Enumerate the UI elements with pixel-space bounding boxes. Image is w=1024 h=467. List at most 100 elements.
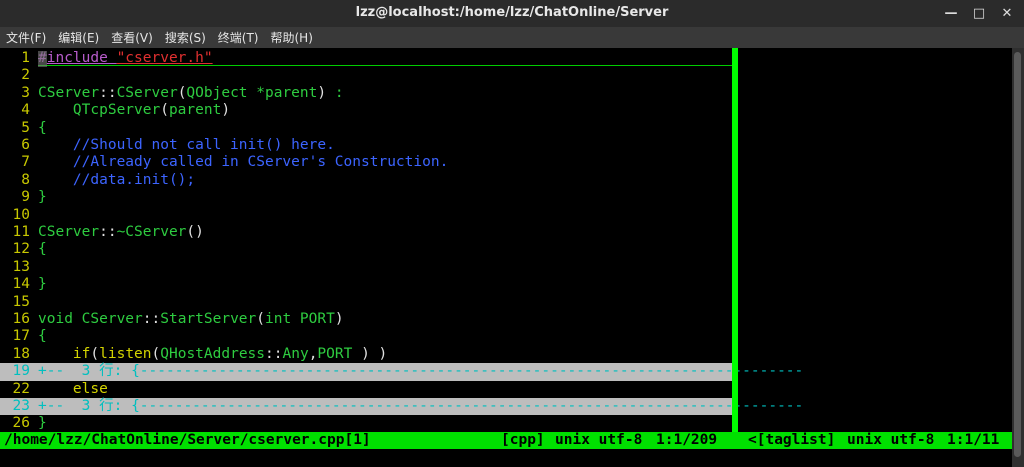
code-line[interactable]: 13 xyxy=(0,259,732,276)
line-text: void CServer::StartServer(int PORT) xyxy=(38,311,344,328)
code-line[interactable]: 8 //data.init(); xyxy=(0,172,732,189)
line-number: 12 xyxy=(12,241,30,258)
line-text: else xyxy=(38,381,108,398)
line-text: { xyxy=(38,241,47,258)
status-taglist: <[taglist] xyxy=(748,432,836,448)
code-line[interactable]: 6 //Should not call init() here. xyxy=(0,137,732,154)
menu-bar: 文件(F) 编辑(E) 查看(V) 搜索(S) 终端(T) 帮助(H) xyxy=(0,27,1024,48)
window-title: lzz@localhost:/home/lzz/ChatOnline/Serve… xyxy=(355,5,669,20)
status-filename: /home/lzz/ChatOnline/Server/cserver.cpp[… xyxy=(4,432,371,448)
code-token: if xyxy=(38,345,91,362)
code-token: { xyxy=(38,241,47,258)
code-token: ( xyxy=(256,311,265,327)
code-token: +-- 3 行: {------------------------------… xyxy=(38,398,804,414)
line-number: 19 xyxy=(12,363,30,380)
code-line[interactable]: 2 xyxy=(0,67,732,84)
code-token: CServer xyxy=(116,84,178,101)
code-line[interactable]: 11 CServer::~CServer() xyxy=(0,224,732,241)
minimize-icon[interactable]: — xyxy=(940,3,962,23)
scrollbar[interactable] xyxy=(1012,48,1024,467)
code-token: CServer xyxy=(81,311,143,327)
code-token: PORT xyxy=(317,345,362,362)
line-text: if(listen(QHostAddress::Any,PORT ) ) xyxy=(38,346,387,363)
code-line[interactable]: 7 //Already called in CServer's Construc… xyxy=(0,154,732,171)
line-text: //data.init(); xyxy=(38,172,195,189)
code-token: //Already called in CServer's Constructi… xyxy=(38,154,449,171)
code-token: } xyxy=(38,415,47,432)
fold-line[interactable]: 23 +-- 3 行: {----------------------------… xyxy=(0,398,803,416)
code-token: ( xyxy=(90,345,100,362)
line-number: 23 xyxy=(12,398,30,414)
line-number: 3 xyxy=(21,84,30,101)
code-token: listen xyxy=(99,345,152,362)
close-icon[interactable]: ✕ xyxy=(996,3,1018,23)
code-token: :: xyxy=(265,345,283,362)
terminal-area[interactable]: 1#include "cserver.h"23CServer::CServer(… xyxy=(0,48,1012,467)
line-text: { xyxy=(38,120,47,137)
code-token: ) xyxy=(317,84,327,101)
line-number: 15 xyxy=(12,293,30,310)
line-number: 22 xyxy=(12,380,30,397)
code-token: +-- 3 行: {------------------------------… xyxy=(38,363,804,380)
line-text: QTcpServer(parent) xyxy=(38,102,230,119)
code-token: QObject *parent xyxy=(186,84,318,101)
code-token: } xyxy=(38,189,47,206)
menu-help[interactable]: 帮助(H) xyxy=(271,29,313,46)
cursorline-underline xyxy=(38,65,732,67)
code-token: Any xyxy=(282,345,309,362)
menu-terminal[interactable]: 终端(T) xyxy=(218,29,259,46)
window-separator xyxy=(732,48,738,432)
code-line[interactable]: 16 void CServer::StartServer(int PORT) xyxy=(0,311,732,328)
code-token: : xyxy=(326,84,344,101)
line-number: 14 xyxy=(12,276,30,293)
fold-line[interactable]: 19 +-- 3 行: {----------------------------… xyxy=(0,363,803,381)
line-number: 18 xyxy=(12,345,30,362)
line-text: } xyxy=(38,189,47,206)
code-token: QTcpServer xyxy=(38,102,161,119)
code-line[interactable]: 26} xyxy=(0,415,732,432)
menu-search[interactable]: 搜索(S) xyxy=(165,29,206,46)
code-token: ( xyxy=(151,345,161,362)
code-line[interactable]: 5{ xyxy=(0,120,732,137)
code-token: ) xyxy=(221,102,231,119)
line-text: } xyxy=(38,276,47,293)
line-number: 17 xyxy=(12,328,30,345)
code-token: "cserver.h" xyxy=(116,50,213,66)
menu-view[interactable]: 查看(V) xyxy=(111,29,153,46)
line-number: 6 xyxy=(21,137,30,153)
line-number: 13 xyxy=(12,258,30,275)
menu-file[interactable]: 文件(F) xyxy=(6,29,46,46)
menu-edit[interactable]: 编辑(E) xyxy=(58,29,99,46)
code-token: ( xyxy=(160,102,169,119)
line-number: 5 xyxy=(21,119,30,136)
code-line[interactable]: 10 xyxy=(0,207,732,224)
status-bar: /home/lzz/ChatOnline/Server/cserver.cpp[… xyxy=(0,432,1012,449)
line-text: +-- 3 行: {------------------------------… xyxy=(38,398,803,415)
line-text: +-- 3 行: {------------------------------… xyxy=(38,363,803,380)
code-line[interactable]: 18 if(listen(QHostAddress::Any,PORT ) ) xyxy=(0,346,732,363)
code-token: else xyxy=(38,380,108,397)
code-line[interactable]: 3 CServer::CServer(QObject *parent) : xyxy=(0,85,732,102)
code-line[interactable]: 14} xyxy=(0,276,732,293)
code-line[interactable]: 17 { xyxy=(0,328,732,345)
line-number: 1 xyxy=(21,50,30,66)
code-line[interactable]: 12 { xyxy=(0,241,732,258)
code-line[interactable]: 4 QTcpServer(parent) xyxy=(0,102,732,119)
line-number: 26 xyxy=(12,415,30,432)
code-token: { xyxy=(38,328,47,345)
code-token: StartServer xyxy=(160,311,257,327)
maximize-icon[interactable]: □ xyxy=(968,3,990,23)
line-text: CServer::CServer(QObject *parent) : xyxy=(38,85,344,102)
line-number: 9 xyxy=(21,189,30,206)
line-number: 11 xyxy=(12,224,30,240)
code-token: QHostAddress xyxy=(160,345,266,362)
code-line[interactable]: 9} xyxy=(0,189,732,206)
status-filetype: [cpp] xyxy=(501,432,545,448)
line-text: } xyxy=(38,415,47,432)
scrollbar-thumb[interactable] xyxy=(1014,52,1021,457)
code-line[interactable]: 15 xyxy=(0,294,732,311)
code-token: :: xyxy=(99,224,117,240)
code-line[interactable]: 22 else xyxy=(0,381,732,398)
line-number: 4 xyxy=(21,102,30,119)
code-token: ) ) xyxy=(361,345,388,362)
